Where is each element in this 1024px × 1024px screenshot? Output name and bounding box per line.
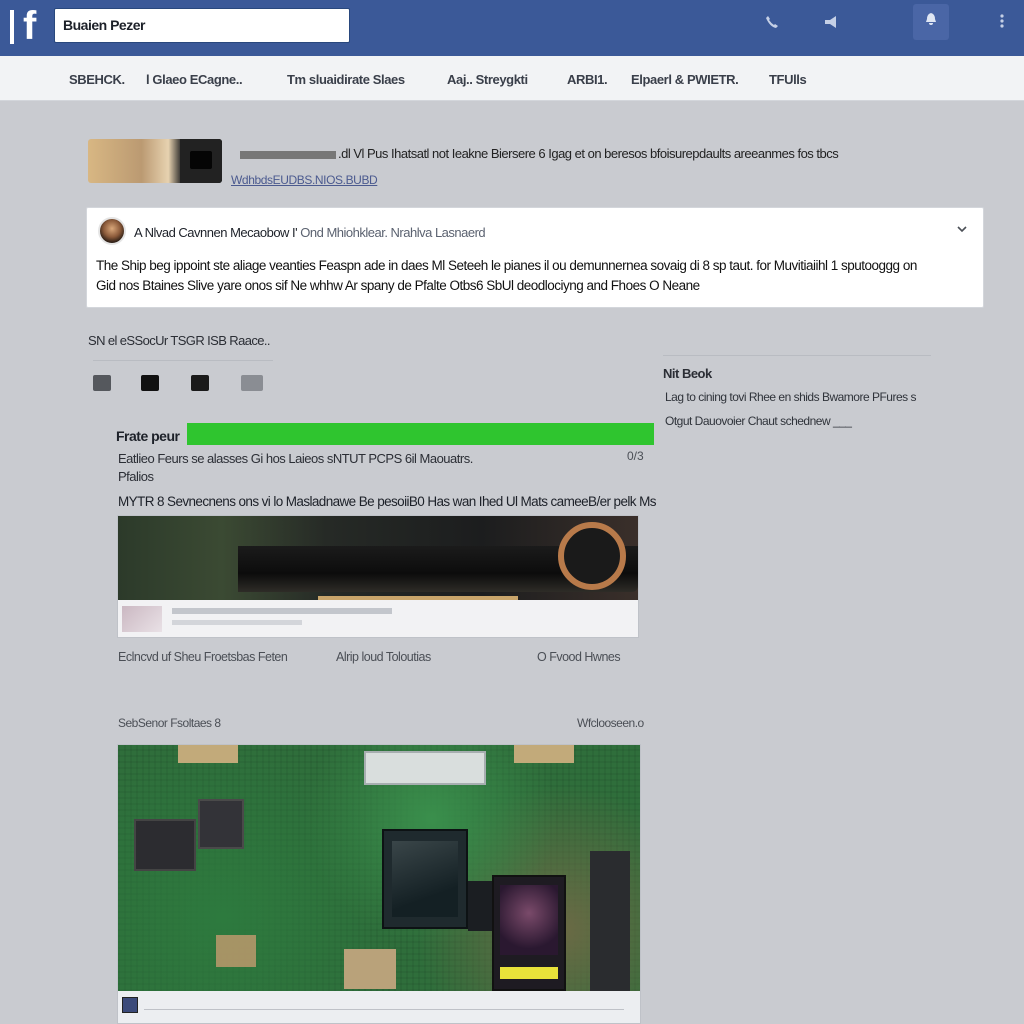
media-chip-1[interactable] (93, 375, 111, 391)
post-count: 0/3 (627, 449, 644, 463)
board-pad (514, 745, 574, 763)
notification-icon-svg (926, 13, 936, 25)
board-component (468, 881, 494, 931)
phone-icon[interactable] (757, 10, 787, 40)
board-chip (134, 819, 196, 871)
post-text: MYTR 8 Sevnecnens ons vi lo Masladnawe B… (118, 494, 656, 509)
file-icon[interactable] (122, 997, 138, 1013)
post2-footer (118, 991, 640, 1023)
board-chip (198, 799, 244, 849)
board-slot (364, 751, 486, 785)
board-pad (216, 935, 256, 967)
subnav-item-4[interactable]: Aaj.. Streygkti (447, 72, 528, 87)
post2-image[interactable] (117, 744, 641, 1024)
subnav-item-3[interactable]: Tm sluaidirate Slaes (287, 72, 405, 87)
avatar[interactable] (98, 217, 126, 245)
logo-bar (10, 10, 14, 44)
graphics-card-photo (118, 516, 638, 600)
board-pad (178, 745, 238, 763)
chevron-down-icon[interactable] (957, 221, 967, 236)
board-processor (382, 829, 468, 929)
subnav-item-2[interactable]: l Glaeo ECagne.. (146, 72, 243, 87)
motherboard-photo (118, 745, 640, 991)
board-component (590, 851, 630, 991)
board-pad (344, 949, 396, 989)
sub-navigation: SBEHCK. l Glaeo ECagne.. Tm sluaidirate … (0, 56, 1024, 101)
subnav-item-5[interactable]: ARBI1. (567, 72, 608, 87)
megaphone-icon[interactable] (816, 10, 846, 40)
chevron-svg (957, 226, 967, 233)
highlight-bar (187, 423, 654, 445)
header-link[interactable]: WdhbdsEUDBS.NIOS.BUBD (231, 173, 378, 187)
search-input[interactable]: Buaien Pezer (54, 8, 350, 43)
board-card (492, 875, 566, 991)
notice-title-tail: Ond Mhiohklear. Nrahlva Lasnaerd (300, 225, 486, 240)
post-image[interactable] (117, 515, 639, 638)
subnav-item-1[interactable]: SBEHCK. (69, 72, 125, 87)
footer-divider (144, 1009, 624, 1010)
notification-icon[interactable] (913, 4, 949, 40)
post-author[interactable]: Frate peur (116, 428, 180, 444)
sidebar-line-2: Otgut Dauovoier Chaut schednew ___ (665, 414, 852, 428)
redacted-text (240, 150, 336, 159)
subnav-item-7[interactable]: TFUlls (769, 72, 807, 87)
top-bar: f Buaien Pezer (0, 0, 1024, 56)
notice-body-line-1: The Ship beg ippoint ste aliage veanties… (96, 258, 917, 273)
link-preview[interactable] (118, 600, 638, 637)
thumbnail-device (180, 139, 222, 183)
sidebar-line-1: Lag to cining tovi Rhee en shids Bwamore… (665, 390, 916, 404)
action-link-1[interactable]: Eclncvd uf Sheu Froetsbas Feten (118, 650, 288, 664)
post-subtitle: Eatlieo Feurs se alasses Gi hos Laieos s… (118, 451, 473, 466)
header-thumbnail[interactable] (88, 139, 222, 183)
notice-body-line-2: Gid nos Btaines Slive yare onos sif Ne w… (96, 278, 700, 293)
section-title: SN el eSSocUr TSGR ISB Raace.. (88, 333, 270, 348)
header-text-content: .dl Vl Pus Ihatsatl not Ieakne Biersere … (338, 146, 839, 161)
facebook-logo[interactable]: f (10, 6, 46, 46)
post2-meta: Wfclooseen.o (577, 716, 644, 730)
action-link-2[interactable]: Alrip loud Toloutias (336, 650, 431, 664)
notice-card: A Nlvad Cavnnen Mecaobow I' Ond Mhiohkle… (86, 207, 984, 308)
more-icon-svg (1000, 14, 1004, 28)
post-category: Pfalios (118, 469, 154, 484)
more-icon[interactable] (987, 10, 1017, 40)
link-preview-line-2 (172, 620, 302, 625)
media-chip-3[interactable] (191, 375, 209, 391)
action-link-3[interactable]: O Fvood Hwnes (537, 650, 621, 664)
megaphone-icon-svg (825, 16, 836, 28)
sidebar-title[interactable]: Nit Beok (663, 366, 712, 381)
media-chip-4[interactable] (241, 375, 263, 391)
section-divider (93, 360, 273, 361)
logo-letter: f (23, 4, 37, 48)
notice-heading: A Nlvad Cavnnen Mecaobow I' Ond Mhiohkle… (134, 225, 486, 240)
subnav-item-6[interactable]: Elpaerl & PWIETR. (631, 72, 739, 87)
media-chip-2[interactable] (141, 375, 159, 391)
sidebar-divider (663, 355, 931, 356)
phone-icon-svg (766, 16, 778, 28)
notice-title[interactable]: A Nlvad Cavnnen Mecaobow I' (134, 225, 298, 240)
header-text: .dl Vl Pus Ihatsatl not Ieakne Biersere … (240, 146, 839, 161)
post2-title[interactable]: SebSenor Fsoltaes 8 (118, 716, 221, 730)
link-preview-line-1 (172, 608, 392, 614)
link-preview-thumbnail (122, 606, 162, 632)
